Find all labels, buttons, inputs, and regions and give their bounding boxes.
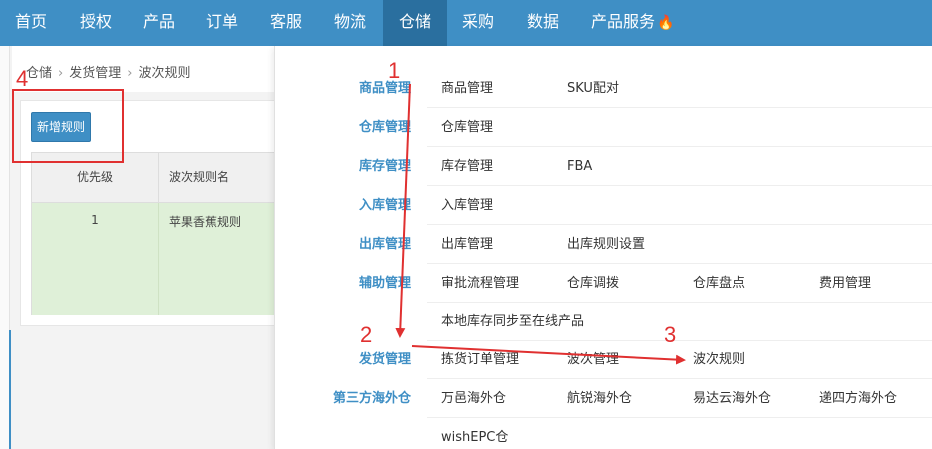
chevron-right-icon: › xyxy=(127,66,133,81)
menu-row: 商品管理 商品管理 SKU配对 xyxy=(275,69,932,108)
breadcrumb-item-current: 波次规则 xyxy=(138,66,191,81)
nav-product-service[interactable]: 产品服务 🔥 xyxy=(591,0,674,46)
menu-row: 辅助管理 审批流程管理 仓库调拨 仓库盘点 费用管理 xyxy=(275,264,932,303)
menu-row: 第三方海外仓 万邑海外仓 航锐海外仓 易达云海外仓 递四方海外仓 xyxy=(275,379,932,418)
menu-link[interactable]: 仓库盘点 xyxy=(693,264,745,303)
top-nav: 首页 授权 产品 订单 客服 物流 仓储 采购 数据 产品服务 🔥 xyxy=(0,0,932,46)
nav-warehouse[interactable]: 仓储 xyxy=(383,0,447,46)
nav-orders[interactable]: 订单 xyxy=(206,0,238,46)
table-row[interactable]: 1 苹果香蕉规则 xyxy=(32,203,279,315)
menu-link[interactable]: 库存管理 xyxy=(441,147,493,186)
menu-link[interactable]: 出库规则设置 xyxy=(567,225,645,264)
annotation-box xyxy=(12,89,124,163)
wave-rules-table: 优先级 波次规则名 1 苹果香蕉规则 xyxy=(31,152,280,315)
cell-priority: 1 xyxy=(32,203,159,315)
nav-authorize[interactable]: 授权 xyxy=(80,0,112,46)
chevron-right-icon: › xyxy=(58,66,64,81)
menu-link-wave-rules[interactable]: 波次规则 xyxy=(693,340,745,379)
nav-purchasing[interactable]: 采购 xyxy=(462,0,494,46)
breadcrumb: 仓储 › 发货管理 › 波次规则 xyxy=(12,46,280,92)
menu-link[interactable]: 商品管理 xyxy=(441,69,493,108)
menu-link[interactable]: FBA xyxy=(567,147,592,186)
menu-row: wishEPC仓 xyxy=(275,418,932,449)
nav-products[interactable]: 产品 xyxy=(143,0,175,46)
column-header-rule-name[interactable]: 波次规则名 xyxy=(159,153,280,203)
menu-link[interactable]: 入库管理 xyxy=(441,186,493,225)
cell-rule-name: 苹果香蕉规则 xyxy=(169,215,242,229)
menu-category-third-party[interactable]: 第三方海外仓 xyxy=(275,379,411,418)
nav-product-service-label: 产品服务 xyxy=(591,12,656,31)
menu-link[interactable]: 万邑海外仓 xyxy=(441,379,506,418)
menu-link[interactable]: 审批流程管理 xyxy=(441,264,519,303)
menu-category-inventory[interactable]: 库存管理 xyxy=(275,147,411,186)
nav-logistics[interactable]: 物流 xyxy=(334,0,366,46)
nav-data[interactable]: 数据 xyxy=(527,0,559,46)
menu-link[interactable]: 仓库管理 xyxy=(441,108,493,147)
menu-row: 出库管理 出库管理 出库规则设置 xyxy=(275,225,932,264)
menu-row: 库存管理 库存管理 FBA xyxy=(275,147,932,186)
annotation-number: 3 xyxy=(664,322,677,347)
sidebar-accent xyxy=(9,330,11,449)
annotation-number: 1 xyxy=(388,58,401,83)
menu-row: 入库管理 入库管理 xyxy=(275,186,932,225)
menu-link[interactable]: 航锐海外仓 xyxy=(567,379,632,418)
menu-row: 发货管理 拣货订单管理 波次管理 波次规则 xyxy=(275,340,932,379)
menu-category-inbound[interactable]: 入库管理 xyxy=(275,186,411,225)
menu-link[interactable]: 仓库调拨 xyxy=(567,264,619,303)
fire-icon: 🔥 xyxy=(657,15,675,31)
breadcrumb-item[interactable]: 仓储 xyxy=(26,66,52,81)
warehouse-dropdown-menu: 商品管理 商品管理 SKU配对 仓库管理 仓库管理 库存管理 库存管理 FBA … xyxy=(274,46,932,449)
nav-customer-service[interactable]: 客服 xyxy=(270,0,302,46)
menu-category-shipping[interactable]: 发货管理 xyxy=(275,340,411,379)
menu-row: 仓库管理 仓库管理 xyxy=(275,108,932,147)
menu-link[interactable]: 拣货订单管理 xyxy=(441,340,519,379)
breadcrumb-item[interactable]: 发货管理 xyxy=(69,66,121,81)
menu-link[interactable]: 递四方海外仓 xyxy=(819,379,897,418)
annotation-number: 2 xyxy=(360,322,373,347)
menu-link[interactable]: SKU配对 xyxy=(567,69,619,108)
annotation-number: 4 xyxy=(16,66,29,91)
menu-category-warehouse[interactable]: 仓库管理 xyxy=(275,108,411,147)
menu-row: 本地库存同步至在线产品 xyxy=(275,302,932,341)
menu-link[interactable]: 本地库存同步至在线产品 xyxy=(441,302,584,341)
nav-home[interactable]: 首页 xyxy=(15,0,47,46)
menu-link[interactable]: 波次管理 xyxy=(567,340,619,379)
menu-link[interactable]: 易达云海外仓 xyxy=(693,379,771,418)
menu-category-outbound[interactable]: 出库管理 xyxy=(275,225,411,264)
menu-link[interactable]: wishEPC仓 xyxy=(441,418,508,449)
menu-link[interactable]: 费用管理 xyxy=(819,264,871,303)
menu-link[interactable]: 出库管理 xyxy=(441,225,493,264)
menu-category-auxiliary[interactable]: 辅助管理 xyxy=(275,264,411,303)
